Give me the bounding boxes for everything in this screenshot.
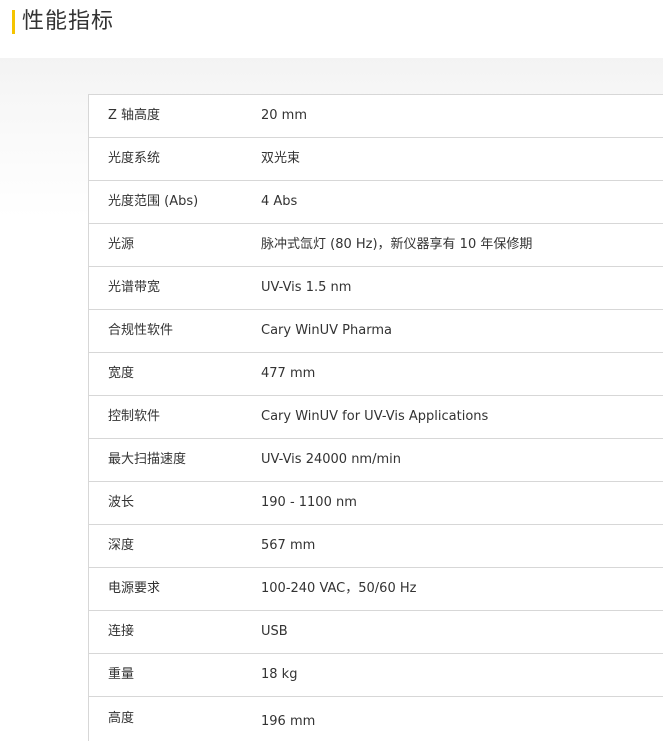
spec-label: 光度范围 (Abs)	[108, 194, 199, 209]
spec-value: 4 Abs	[261, 194, 298, 209]
spec-label: 深度	[108, 538, 135, 553]
spec-value: UV-Vis 24000 nm/min	[261, 452, 401, 467]
spec-table: Z 轴高度 20 mm 光度系统 双光束 光度范围 (Abs) 4 Abs 光源…	[88, 94, 663, 741]
spec-value: 190 - 1100 nm	[261, 495, 357, 510]
spec-label: 最大扫描速度	[108, 452, 187, 467]
title-accent-bar	[12, 10, 15, 34]
table-row: 电源要求 100-240 VAC，50/60 Hz	[89, 568, 663, 611]
spec-value: 双光束	[261, 151, 301, 166]
table-row: 波长 190 - 1100 nm	[89, 482, 663, 525]
spec-value: 100-240 VAC，50/60 Hz	[261, 581, 417, 596]
spec-value: Cary WinUV for UV-Vis Applications	[261, 409, 489, 424]
spec-label: 光度系统	[108, 151, 161, 166]
spec-label: 光源	[108, 237, 135, 252]
table-row: 控制软件 Cary WinUV for UV-Vis Applications	[89, 396, 663, 439]
spec-label: 波长	[108, 495, 135, 510]
table-row: 合规性软件 Cary WinUV Pharma	[89, 310, 663, 353]
table-row: 光度范围 (Abs) 4 Abs	[89, 181, 663, 224]
spec-value: 18 kg	[261, 667, 298, 682]
table-row: 重量 18 kg	[89, 654, 663, 697]
spec-label: 高度	[108, 711, 135, 726]
table-row: 光谱带宽 UV-Vis 1.5 nm	[89, 267, 663, 310]
table-row: 光度系统 双光束	[89, 138, 663, 181]
table-row: Z 轴高度 20 mm	[89, 95, 663, 138]
spec-value: 20 mm	[261, 108, 308, 123]
spec-label: 重量	[108, 667, 135, 682]
table-row: 最大扫描速度 UV-Vis 24000 nm/min	[89, 439, 663, 482]
spec-label: 合规性软件	[108, 323, 174, 338]
table-row: 高度 196 mm	[89, 697, 663, 741]
spec-value: USB	[261, 624, 288, 639]
table-row: 宽度 477 mm	[89, 353, 663, 396]
spec-value: UV-Vis 1.5 nm	[261, 280, 352, 295]
spec-value: 567 mm	[261, 538, 316, 553]
spec-label: 光谱带宽	[108, 280, 161, 295]
table-row: 深度 567 mm	[89, 525, 663, 568]
spec-label: Z 轴高度	[108, 108, 161, 123]
page-title: 性能指标	[22, 9, 115, 34]
spec-label: 电源要求	[108, 581, 161, 596]
table-row: 连接 USB	[89, 611, 663, 654]
section-header: 性能指标	[0, 0, 663, 58]
spec-value: 脉冲式氙灯 (80 Hz)，新仪器享有 10 年保修期	[261, 237, 533, 252]
spec-label: 控制软件	[108, 409, 161, 424]
spec-value: 477 mm	[261, 366, 316, 381]
spec-label: 宽度	[108, 366, 135, 381]
spec-value: 196 mm	[261, 714, 316, 729]
table-row: 光源 脉冲式氙灯 (80 Hz)，新仪器享有 10 年保修期	[89, 224, 663, 267]
spec-label: 连接	[108, 624, 135, 639]
spec-value: Cary WinUV Pharma	[261, 323, 392, 338]
